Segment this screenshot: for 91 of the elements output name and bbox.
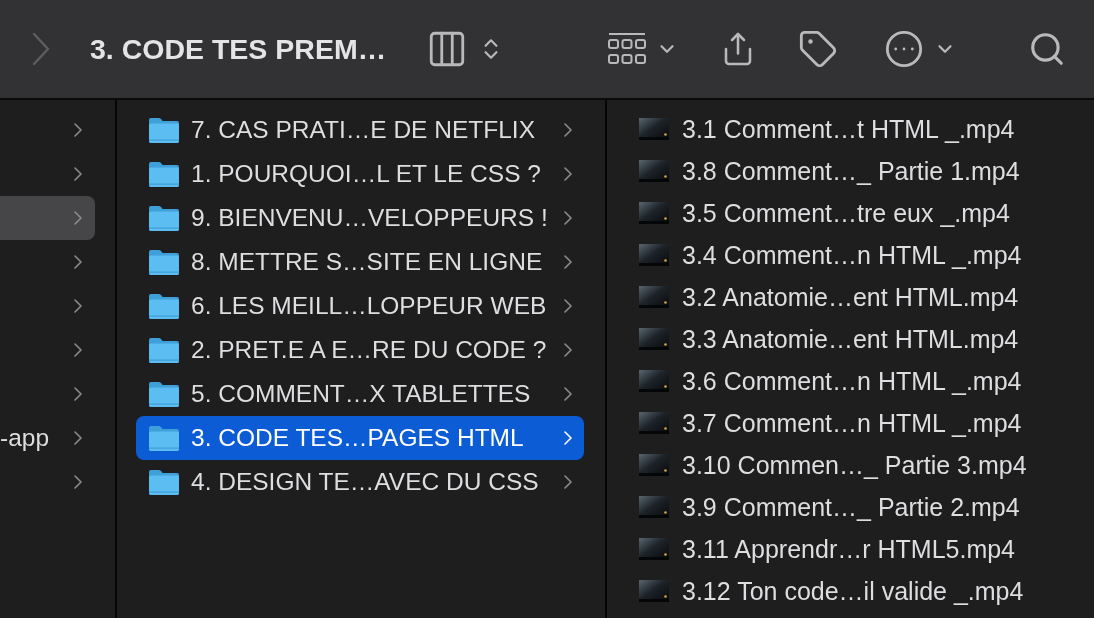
file-row[interactable]: 3.6 Comment…n HTML _.mp4 bbox=[626, 360, 1074, 402]
folder-row[interactable]: 9. BIENVENU…VELOPPEURS ! bbox=[136, 196, 584, 240]
folder-row[interactable]: 7. CAS PRATI…E DE NETFLIX bbox=[136, 108, 584, 152]
folder-icon bbox=[149, 161, 179, 187]
chevron-right-icon bbox=[30, 32, 52, 66]
chevron-right-icon bbox=[564, 123, 572, 137]
folder-row[interactable]: 1. POURQUOI…L ET LE CSS ? bbox=[136, 152, 584, 196]
file-name: 3.4 Comment…n HTML _.mp4 bbox=[682, 240, 1022, 270]
forward-button[interactable] bbox=[30, 32, 52, 66]
folder-name: 1. POURQUOI…L ET LE CSS ? bbox=[191, 160, 541, 188]
chevron-right-icon bbox=[74, 299, 82, 313]
chevron-right-icon bbox=[564, 299, 572, 313]
tag-icon bbox=[798, 29, 839, 69]
video-thumbnail-icon bbox=[639, 412, 669, 434]
chevron-right-icon bbox=[74, 255, 82, 269]
file-row[interactable]: 3.3 Anatomie…ent HTML.mp4 bbox=[626, 318, 1074, 360]
chevron-right-icon bbox=[74, 167, 82, 181]
folder-icon bbox=[149, 381, 179, 407]
chevron-right-icon bbox=[564, 475, 572, 489]
folder-name: 9. BIENVENU…VELOPPEURS ! bbox=[191, 204, 548, 232]
folder-row[interactable]: 5. COMMENT…X TABLETTES bbox=[136, 372, 584, 416]
folder-icon bbox=[149, 117, 179, 143]
chevron-right-icon bbox=[74, 431, 82, 445]
folder-row[interactable]: 8. METTRE S…SITE EN LIGNE bbox=[136, 240, 584, 284]
folder-name: 2. PRET.E A E…RE DU CODE ? bbox=[191, 336, 547, 364]
file-name: 3.5 Comment…tre eux _.mp4 bbox=[682, 198, 1010, 228]
file-row[interactable]: 3.9 Comment…_ Partie 2.mp4 bbox=[626, 486, 1074, 528]
folder-name: -app bbox=[0, 424, 50, 452]
folder-name: 6. LES MEILL…LOPPEUR WEB bbox=[191, 292, 547, 320]
chevron-right-icon bbox=[564, 211, 572, 225]
video-thumbnail-icon bbox=[639, 370, 669, 392]
parent-folder-row[interactable] bbox=[0, 196, 95, 240]
folder-name: 7. CAS PRATI…E DE NETFLIX bbox=[191, 116, 535, 144]
ellipsis-circle-icon bbox=[884, 29, 925, 69]
video-thumbnail-icon bbox=[639, 538, 669, 560]
file-name: 3.10 Commen…_ Partie 3.mp4 bbox=[682, 450, 1027, 480]
video-thumbnail-icon bbox=[639, 244, 669, 266]
file-name: 3.9 Comment…_ Partie 2.mp4 bbox=[682, 492, 1020, 522]
file-row[interactable]: 3.11 Apprendr…r HTML5.mp4 bbox=[626, 528, 1074, 570]
folder-row[interactable]: 2. PRET.E A E…RE DU CODE ? bbox=[136, 328, 584, 372]
file-name: 3.11 Apprendr…r HTML5.mp4 bbox=[682, 534, 1016, 564]
file-row[interactable]: 3.7 Comment…n HTML _.mp4 bbox=[626, 402, 1074, 444]
chevron-right-icon bbox=[74, 387, 82, 401]
folder-row[interactable]: 4. DESIGN TE…AVEC DU CSS bbox=[136, 460, 584, 504]
file-row[interactable]: 3.12 Ton code…il valide _.mp4 bbox=[626, 570, 1074, 612]
folder-icon bbox=[149, 205, 179, 231]
video-thumbnail-icon bbox=[639, 118, 669, 140]
file-row[interactable]: 3.2 Anatomie…ent HTML.mp4 bbox=[626, 276, 1074, 318]
video-thumbnail-icon bbox=[639, 496, 669, 518]
chevron-right-icon bbox=[564, 167, 572, 181]
chevron-right-icon bbox=[564, 343, 572, 357]
folder-name: 5. COMMENT…X TABLETTES bbox=[191, 380, 531, 408]
folder-icon bbox=[149, 249, 179, 275]
file-name: 3.2 Anatomie…ent HTML.mp4 bbox=[682, 282, 1019, 312]
file-name: 3.1 Comment…t HTML _.mp4 bbox=[682, 114, 1015, 144]
file-row[interactable]: 3.1 Comment…t HTML _.mp4 bbox=[626, 108, 1074, 150]
file-name: 3.3 Anatomie…ent HTML.mp4 bbox=[682, 324, 1019, 354]
file-name: 3.12 Ton code…il valide _.mp4 bbox=[682, 576, 1024, 606]
folder-row[interactable]: 3. CODE TES…PAGES HTML bbox=[136, 416, 584, 460]
video-thumbnail-icon bbox=[639, 160, 669, 182]
chevron-right-icon bbox=[564, 387, 572, 401]
file-name: 3.6 Comment…n HTML _.mp4 bbox=[682, 366, 1022, 396]
chevron-right-icon bbox=[564, 255, 572, 269]
folder-icon bbox=[149, 337, 179, 363]
video-thumbnail-icon bbox=[639, 454, 669, 476]
video-thumbnail-icon bbox=[639, 328, 669, 350]
file-row[interactable]: 3.5 Comment…tre eux _.mp4 bbox=[626, 192, 1074, 234]
parent-folder-row[interactable]: -app bbox=[0, 416, 95, 460]
folder-name: 8. METTRE S…SITE EN LIGNE bbox=[191, 248, 543, 276]
folder-icon bbox=[149, 469, 179, 495]
file-row[interactable]: 3.4 Comment…n HTML _.mp4 bbox=[626, 234, 1074, 276]
chevron-right-icon bbox=[74, 123, 82, 137]
video-thumbnail-icon bbox=[639, 202, 669, 224]
file-row[interactable]: 3.10 Commen…_ Partie 3.mp4 bbox=[626, 444, 1074, 486]
file-row[interactable]: 3.8 Comment…_ Partie 1.mp4 bbox=[626, 150, 1074, 192]
folder-icon bbox=[149, 293, 179, 319]
chevron-right-icon bbox=[564, 431, 572, 445]
folder-icon bbox=[149, 425, 179, 451]
folder-name: 4. DESIGN TE…AVEC DU CSS bbox=[191, 468, 539, 496]
chevron-right-icon bbox=[74, 475, 82, 489]
folder-row[interactable]: 6. LES MEILL…LOPPEUR WEB bbox=[136, 284, 584, 328]
window-title: 3. CODE TES PREM… bbox=[90, 32, 387, 66]
chevron-right-icon bbox=[74, 211, 82, 225]
grid-icon bbox=[608, 32, 647, 66]
video-thumbnail-icon bbox=[639, 286, 669, 308]
file-name: 3.7 Comment…n HTML _.mp4 bbox=[682, 408, 1022, 438]
chevron-right-icon bbox=[74, 343, 82, 357]
folder-name: 3. CODE TES…PAGES HTML bbox=[191, 424, 524, 452]
tag-button[interactable] bbox=[798, 29, 839, 69]
video-thumbnail-icon bbox=[639, 580, 669, 602]
file-name: 3.8 Comment…_ Partie 1.mp4 bbox=[682, 156, 1020, 186]
